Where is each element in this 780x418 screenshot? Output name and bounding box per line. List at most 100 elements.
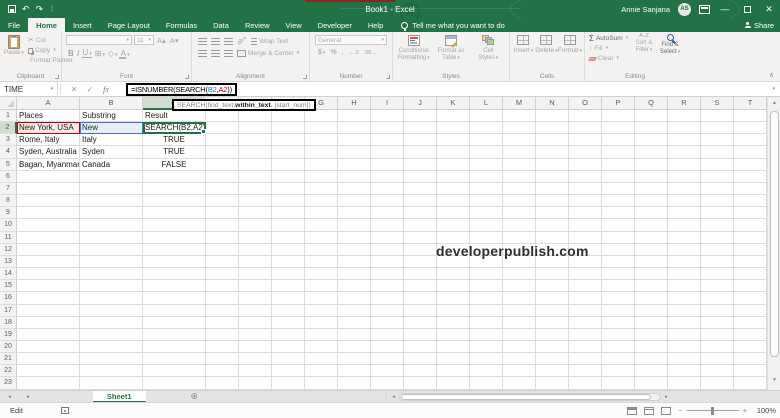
cell-C14[interactable] (143, 268, 206, 281)
cell-S3[interactable] (701, 134, 734, 147)
merge-center-button[interactable]: ↔ Merge & Center (237, 49, 299, 58)
cell-G10[interactable] (305, 219, 338, 232)
cell-K3[interactable] (437, 134, 470, 147)
tab-home[interactable]: Home (28, 18, 65, 32)
cell-A4[interactable]: Syden, Australia (17, 146, 80, 159)
cell-K16[interactable] (437, 292, 470, 305)
cell-H6[interactable] (338, 170, 371, 183)
column-header-M[interactable]: M (503, 97, 536, 110)
cell-E10[interactable] (239, 219, 272, 232)
cell-C22[interactable] (143, 365, 206, 378)
row-header-19[interactable]: 19 (0, 328, 17, 341)
cell-G8[interactable] (305, 195, 338, 208)
cell-B21[interactable] (80, 353, 143, 366)
cell-I1[interactable] (371, 110, 404, 123)
delete-cells-button[interactable]: Delete (535, 35, 558, 71)
cell-D11[interactable] (206, 231, 239, 244)
name-box[interactable]: TIME ▾ (0, 82, 58, 96)
cell-F11[interactable] (272, 231, 305, 244)
cell-I11[interactable] (371, 231, 404, 244)
cell-S7[interactable] (701, 182, 734, 196)
cell-L23[interactable] (470, 377, 503, 390)
user-name[interactable]: Annie Sanjana (621, 5, 670, 14)
cell-P12[interactable] (602, 243, 635, 256)
cell-C20[interactable] (143, 340, 206, 354)
cell-L17[interactable] (470, 304, 503, 317)
cell-F21[interactable] (272, 353, 305, 366)
cell-L11[interactable] (470, 231, 503, 244)
cell-Q3[interactable] (635, 134, 668, 147)
format-as-table-button[interactable]: Format as Table (432, 35, 469, 71)
cell-A16[interactable] (17, 292, 80, 305)
cell-Q16[interactable] (635, 292, 668, 305)
cell-O1[interactable] (569, 110, 602, 123)
cell-I22[interactable] (371, 365, 404, 378)
percent-button[interactable]: % (330, 49, 336, 56)
cell-E20[interactable] (239, 340, 272, 354)
cell-F19[interactable] (272, 328, 305, 341)
cell-F22[interactable] (272, 365, 305, 378)
cell-O2[interactable] (569, 122, 602, 135)
cell-C21[interactable] (143, 353, 206, 366)
worksheet-grid[interactable]: ABCDEFGHIJKLMNOPQRST1PlacesSubstringResu… (0, 97, 767, 390)
cell-D5[interactable] (206, 158, 239, 171)
cell-Q8[interactable] (635, 195, 668, 208)
cell-F20[interactable] (272, 340, 305, 354)
cell-R4[interactable] (668, 146, 701, 159)
share-button[interactable]: Share (744, 18, 774, 32)
cell-H22[interactable] (338, 365, 371, 378)
cell-K1[interactable] (437, 110, 470, 123)
cell-Q17[interactable] (635, 304, 668, 317)
column-header-K[interactable]: K (437, 97, 470, 110)
cell-P9[interactable] (602, 207, 635, 220)
cell-K23[interactable] (437, 377, 470, 390)
cell-O9[interactable] (569, 207, 602, 220)
cell-M10[interactable] (503, 219, 536, 232)
cell-I8[interactable] (371, 195, 404, 208)
cell-D18[interactable] (206, 316, 239, 329)
cell-F8[interactable] (272, 195, 305, 208)
cell-L4[interactable] (470, 146, 503, 159)
cell-C9[interactable] (143, 207, 206, 220)
cell-H18[interactable] (338, 316, 371, 329)
cell-N15[interactable] (536, 280, 569, 293)
horizontal-scrollbar[interactable] (399, 392, 662, 401)
cell-R7[interactable] (668, 182, 701, 196)
cell-N20[interactable] (536, 340, 569, 354)
row-header-22[interactable]: 22 (0, 365, 17, 378)
column-header-Q[interactable]: Q (635, 97, 668, 110)
cell-B2[interactable]: New (80, 122, 143, 135)
cell-T5[interactable] (734, 158, 767, 171)
cell-A15[interactable] (17, 280, 80, 293)
cell-M21[interactable] (503, 353, 536, 366)
cell-D9[interactable] (206, 207, 239, 220)
cell-P8[interactable] (602, 195, 635, 208)
cell-R6[interactable] (668, 170, 701, 183)
cell-S8[interactable] (701, 195, 734, 208)
cell-H21[interactable] (338, 353, 371, 366)
cell-J2[interactable] (404, 122, 437, 135)
cell-D17[interactable] (206, 304, 239, 317)
cell-E11[interactable] (239, 231, 272, 244)
cell-L20[interactable] (470, 340, 503, 354)
cell-T14[interactable] (734, 268, 767, 281)
cell-L1[interactable] (470, 110, 503, 123)
cell-F9[interactable] (272, 207, 305, 220)
cell-T10[interactable] (734, 219, 767, 232)
cell-T23[interactable] (734, 377, 767, 390)
cell-M5[interactable] (503, 158, 536, 171)
cell-P2[interactable] (602, 122, 635, 135)
column-header-O[interactable]: O (569, 97, 602, 110)
cell-Q21[interactable] (635, 353, 668, 366)
cell-T15[interactable] (734, 280, 767, 293)
cell-Q15[interactable] (635, 280, 668, 293)
zoom-slider-thumb[interactable] (710, 406, 714, 415)
align-top-icon[interactable] (198, 37, 207, 45)
cell-G15[interactable] (305, 280, 338, 293)
cell-M6[interactable] (503, 170, 536, 183)
cell-A2[interactable]: New York, USA (17, 122, 80, 135)
cell-D14[interactable] (206, 268, 239, 281)
cell-I20[interactable] (371, 340, 404, 354)
cell-M2[interactable] (503, 122, 536, 135)
cell-P6[interactable] (602, 170, 635, 183)
